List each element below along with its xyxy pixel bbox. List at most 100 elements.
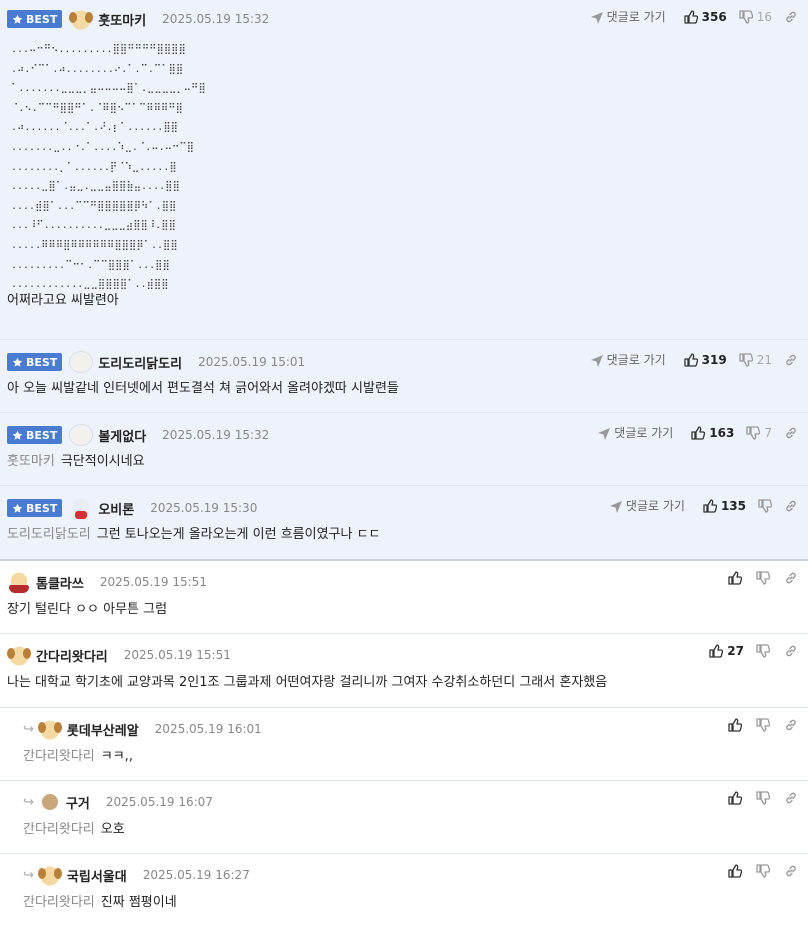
reply-go-link[interactable]: 댓글로 가기 — [590, 351, 666, 368]
avatar[interactable] — [41, 794, 58, 810]
comment-date: 2025.05.19 16:27 — [142, 868, 250, 882]
ascii-art-line: .....⠿⠿⠿⣿⠿⠿⠿⠿⠿⠿⣿⣿⣿⡿⠁..⣿⣿ — [11, 239, 178, 251]
link-icon[interactable] — [784, 644, 798, 658]
nickname[interactable]: 국립서울대 — [67, 866, 127, 885]
thumb-down-icon[interactable] — [756, 718, 770, 732]
thumb-up-icon[interactable] — [728, 791, 742, 805]
link-icon[interactable] — [784, 10, 798, 24]
thumb-up-icon[interactable] — [684, 353, 698, 367]
ascii-art-line: .......⣀..⠐.⠁....⠱⣀.⠈.⠤.⠤⠒⠉⣿ — [11, 141, 194, 153]
thumb-down-icon[interactable] — [756, 864, 770, 878]
avatar[interactable] — [7, 571, 31, 593]
comment-text: 도리도리닭도리 그런 토나오는게 올라오는게 이런 흐름이였구나 ㄷㄷ — [7, 527, 381, 542]
nickname[interactable]: 톰클라쓰 — [36, 573, 84, 592]
thumb-up-icon[interactable] — [728, 571, 742, 585]
comment-date: 2025.05.19 15:30 — [150, 501, 258, 515]
thumb-down-icon[interactable] — [756, 644, 770, 658]
thumb-up-icon[interactable] — [703, 499, 717, 513]
reply-arrow-icon: ↪ — [23, 867, 34, 883]
avatar[interactable] — [69, 424, 94, 446]
thumb-down-icon[interactable] — [739, 353, 753, 367]
avatar[interactable] — [69, 497, 94, 519]
avatar[interactable] — [37, 864, 62, 886]
reply-target[interactable]: 도리도리닭도리 — [7, 527, 91, 542]
best-badge: BEST — [7, 499, 63, 517]
ascii-art-line: ⠈.⠢.⠉⠉⠛⣿⣿⠛⠁.⠈⠿⣿⠢⠉⠁⠉⠿⠿⠿⠛⣿ — [11, 102, 183, 114]
thumb-down-icon[interactable] — [746, 426, 760, 440]
comment-best: BEST 오비론 2025.05.19 15:30 댓글로 가기 135 도리도… — [0, 486, 808, 561]
thumb-up-icon[interactable] — [684, 10, 698, 24]
link-icon[interactable] — [784, 864, 798, 878]
ascii-art-line: .........⠉⠒⠂.⠉⠉⣿⣿⣿⠁...⣿⣿ — [11, 259, 170, 271]
reply-go-link[interactable]: 댓글로 가기 — [609, 497, 685, 514]
send-icon — [590, 353, 604, 367]
upvote-count: 163 — [709, 425, 735, 440]
nickname[interactable]: 훗또마키 — [98, 10, 146, 29]
upvote-count: 356 — [701, 9, 727, 24]
ascii-art-line: ...⠸⠋..........⣀⣀⣀⣴⣿⣿⠸.⣿⣿ — [11, 220, 176, 232]
reply-arrow-icon: ↪ — [23, 721, 34, 737]
nickname[interactable]: 오비론 — [98, 499, 134, 518]
ascii-art-line: ........⡀⠁......⡟⠈⠱⣀.....⣿ — [11, 161, 177, 173]
comment-date: 2025.05.19 16:07 — [105, 795, 213, 809]
comment-text: 간다리왓다리 진짜 쩜평이네 — [23, 895, 177, 910]
avatar[interactable] — [7, 644, 31, 666]
link-icon[interactable] — [784, 718, 798, 732]
reply-go-link[interactable]: 댓글로 가기 — [597, 424, 673, 441]
comment-best: BEST 도리도리닭도리 2025.05.19 15:01 댓글로 가기 319… — [0, 340, 808, 413]
send-icon — [597, 426, 611, 440]
comment: 간다리왓다리 2025.05.19 15:51 27 나는 대학교 학기초에 교… — [0, 634, 808, 708]
comment-date: 2025.05.19 15:32 — [162, 428, 270, 442]
nickname[interactable]: 볼게없다 — [98, 426, 146, 445]
comment-text: 훗또마키 극단적이시네요 — [7, 454, 145, 469]
star-icon — [12, 357, 23, 368]
thumb-down-icon[interactable] — [756, 791, 770, 805]
link-icon[interactable] — [784, 791, 798, 805]
reply-go-link[interactable]: 댓글로 가기 — [590, 8, 666, 25]
avatar[interactable] — [37, 718, 62, 740]
reply-target[interactable]: 훗또마키 — [7, 454, 55, 469]
thumb-down-icon[interactable] — [756, 571, 770, 585]
ascii-art-line: .⠴.⠊⠉⠁.⠴........⠔.⠁.⠉.⠉⠁⣿⣿ — [11, 63, 184, 75]
comment-date: 2025.05.19 15:51 — [99, 575, 207, 589]
thumb-down-icon[interactable] — [739, 10, 753, 24]
ascii-art-line: .....⣀⣿⠁.⣤⣀.⣀⣀⣤⣿⣿⣷⣤....⣿⣿ — [11, 181, 180, 193]
upvote-count: 135 — [720, 498, 746, 513]
nickname[interactable]: 간다리왓다리 — [36, 646, 108, 665]
nickname[interactable]: 구거 — [66, 793, 90, 812]
comment-best: BEST 볼게없다 2025.05.19 15:32 댓글로 가기 163 7 … — [0, 413, 808, 486]
avatar[interactable] — [69, 8, 94, 30]
comment-text: 장기 털린다 ㅇㅇ 아무튼 그럼 — [7, 602, 168, 617]
best-badge: BEST — [7, 426, 63, 444]
reply-comment: ↪ 구거 2025.05.19 16:07 간다리왓다리 오호 — [0, 781, 808, 854]
link-icon[interactable] — [784, 426, 798, 440]
reply-target[interactable]: 간다리왓다리 — [23, 749, 95, 764]
ascii-art: ...⠤⠒⠛⠢.........⣿⣿⠛⠛⠛⠛⣿⣿⣿⣿ .⠴.⠊⠉⠁.⠴......… — [7, 40, 798, 295]
thumb-down-icon[interactable] — [758, 499, 772, 513]
nickname[interactable]: 롯데부산레알 — [67, 720, 139, 739]
thumb-up-icon[interactable] — [709, 644, 723, 658]
comment-best: BEST 훗또마키 2025.05.19 15:32 댓글로 가기 356 16… — [0, 0, 808, 340]
link-icon[interactable] — [784, 353, 798, 367]
reply-target[interactable]: 간다리왓다리 — [23, 822, 95, 837]
link-icon[interactable] — [784, 571, 798, 585]
comment-date: 2025.05.19 15:51 — [123, 648, 231, 662]
thumb-up-icon[interactable] — [728, 864, 742, 878]
comment-text: 나는 대학교 학기초에 교양과목 2인1조 그룹과제 어떤여자랑 걸리니까 그여… — [7, 675, 608, 690]
thumb-up-icon[interactable] — [728, 718, 742, 732]
ascii-art-line: ....⣾⣿⠁...⠉⠉⠛⣿⣿⣿⣿⣿⡿⠳⠁.⣿⣿ — [11, 200, 177, 212]
link-icon[interactable] — [784, 499, 798, 513]
reply-target[interactable]: 간다리왓다리 — [23, 895, 95, 910]
best-badge: BEST — [7, 10, 63, 28]
nickname[interactable]: 도리도리닭도리 — [98, 353, 182, 372]
comment-text: 간다리왓다리 ㅋㅋ,, — [23, 749, 133, 764]
reply-comment: ↪ 국립서울대 2025.05.19 16:27 간다리왓다리 진짜 쩜평이네 — [0, 854, 808, 927]
avatar[interactable] — [69, 351, 94, 373]
best-badge: BEST — [7, 353, 63, 371]
send-icon — [590, 10, 604, 24]
comment-date: 2025.05.19 16:01 — [154, 722, 262, 736]
star-icon — [12, 503, 23, 514]
ascii-art-line: ⠁.......⣀⣀⣀⡀⣤⠤⠤⠤⠤⣿⠁.⣀⣀⣀⣀⡀⠤⠛⣿ — [11, 83, 206, 95]
thumb-up-icon[interactable] — [691, 426, 705, 440]
upvote-count: 319 — [701, 352, 727, 367]
